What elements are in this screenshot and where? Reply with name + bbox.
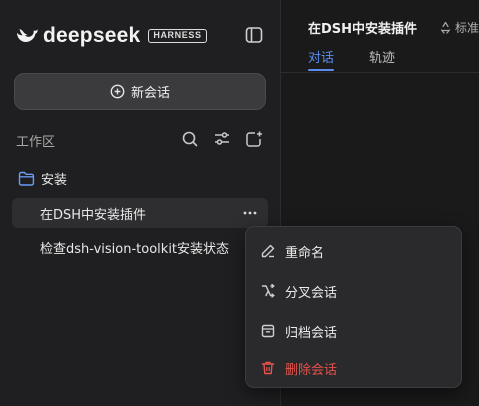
chat-context-menu: 重命名 分叉会话 归档会话 删除会话: [245, 226, 462, 388]
tab-trajectory[interactable]: 轨迹: [369, 47, 395, 66]
sidebar-toggle-icon[interactable]: [243, 25, 265, 45]
search-icon[interactable]: [180, 129, 200, 149]
chat-item[interactable]: 检查dsh-vision-toolkit安装状态: [12, 232, 268, 262]
chat-item-title: 检查dsh-vision-toolkit安装状态: [40, 241, 230, 257]
mode-label: 标准: [455, 21, 479, 35]
active-tab-indicator: [308, 69, 334, 71]
whale-logo-icon: [16, 29, 38, 42]
menu-item-label: 重命名: [285, 245, 325, 261]
page-title: 在DSH中安装插件: [308, 22, 418, 37]
recycle-icon: [440, 21, 451, 34]
menu-item-delete[interactable]: 删除会话: [260, 358, 337, 378]
menu-item-label: 删除会话: [285, 362, 338, 378]
folder-icon: [18, 171, 35, 186]
brand-logo: deepseek HARNESS: [15, 24, 207, 48]
chat-item-active[interactable]: 在DSH中安装插件: [12, 198, 268, 228]
folder-install[interactable]: 安装: [18, 168, 67, 188]
trash-icon: [261, 361, 275, 375]
brand-badge: HARNESS: [148, 29, 207, 43]
folder-name: 安装: [41, 172, 68, 188]
menu-item-label: 分叉会话: [285, 285, 338, 301]
header-divider: [281, 72, 479, 73]
new-chat-label: 新会话: [130, 86, 170, 101]
workspace-label: 工作区: [16, 135, 56, 150]
plus-circle-icon: [110, 84, 125, 99]
menu-item-fork[interactable]: 分叉会话: [260, 281, 337, 301]
chat-item-title: 在DSH中安装插件: [40, 207, 147, 223]
brand-name: deepseek: [43, 24, 141, 47]
pencil-icon: [261, 244, 275, 258]
menu-item-label: 归档会话: [285, 325, 338, 341]
archive-icon: [261, 324, 275, 338]
sidebar: deepseek HARNESS 新会话 工作区 安装 在DSH中安装插件 检查…: [0, 0, 280, 406]
new-folder-icon[interactable]: [244, 129, 264, 149]
new-chat-button[interactable]: 新会话: [14, 73, 266, 110]
filter-sliders-icon[interactable]: [212, 129, 232, 149]
menu-item-rename[interactable]: 重命名: [260, 241, 324, 261]
fork-icon: [261, 283, 275, 298]
mode-indicator[interactable]: 标准: [439, 19, 479, 36]
more-options-icon[interactable]: [242, 206, 258, 220]
menu-item-archive[interactable]: 归档会话: [260, 321, 337, 341]
tab-conversation[interactable]: 对话: [308, 47, 334, 66]
